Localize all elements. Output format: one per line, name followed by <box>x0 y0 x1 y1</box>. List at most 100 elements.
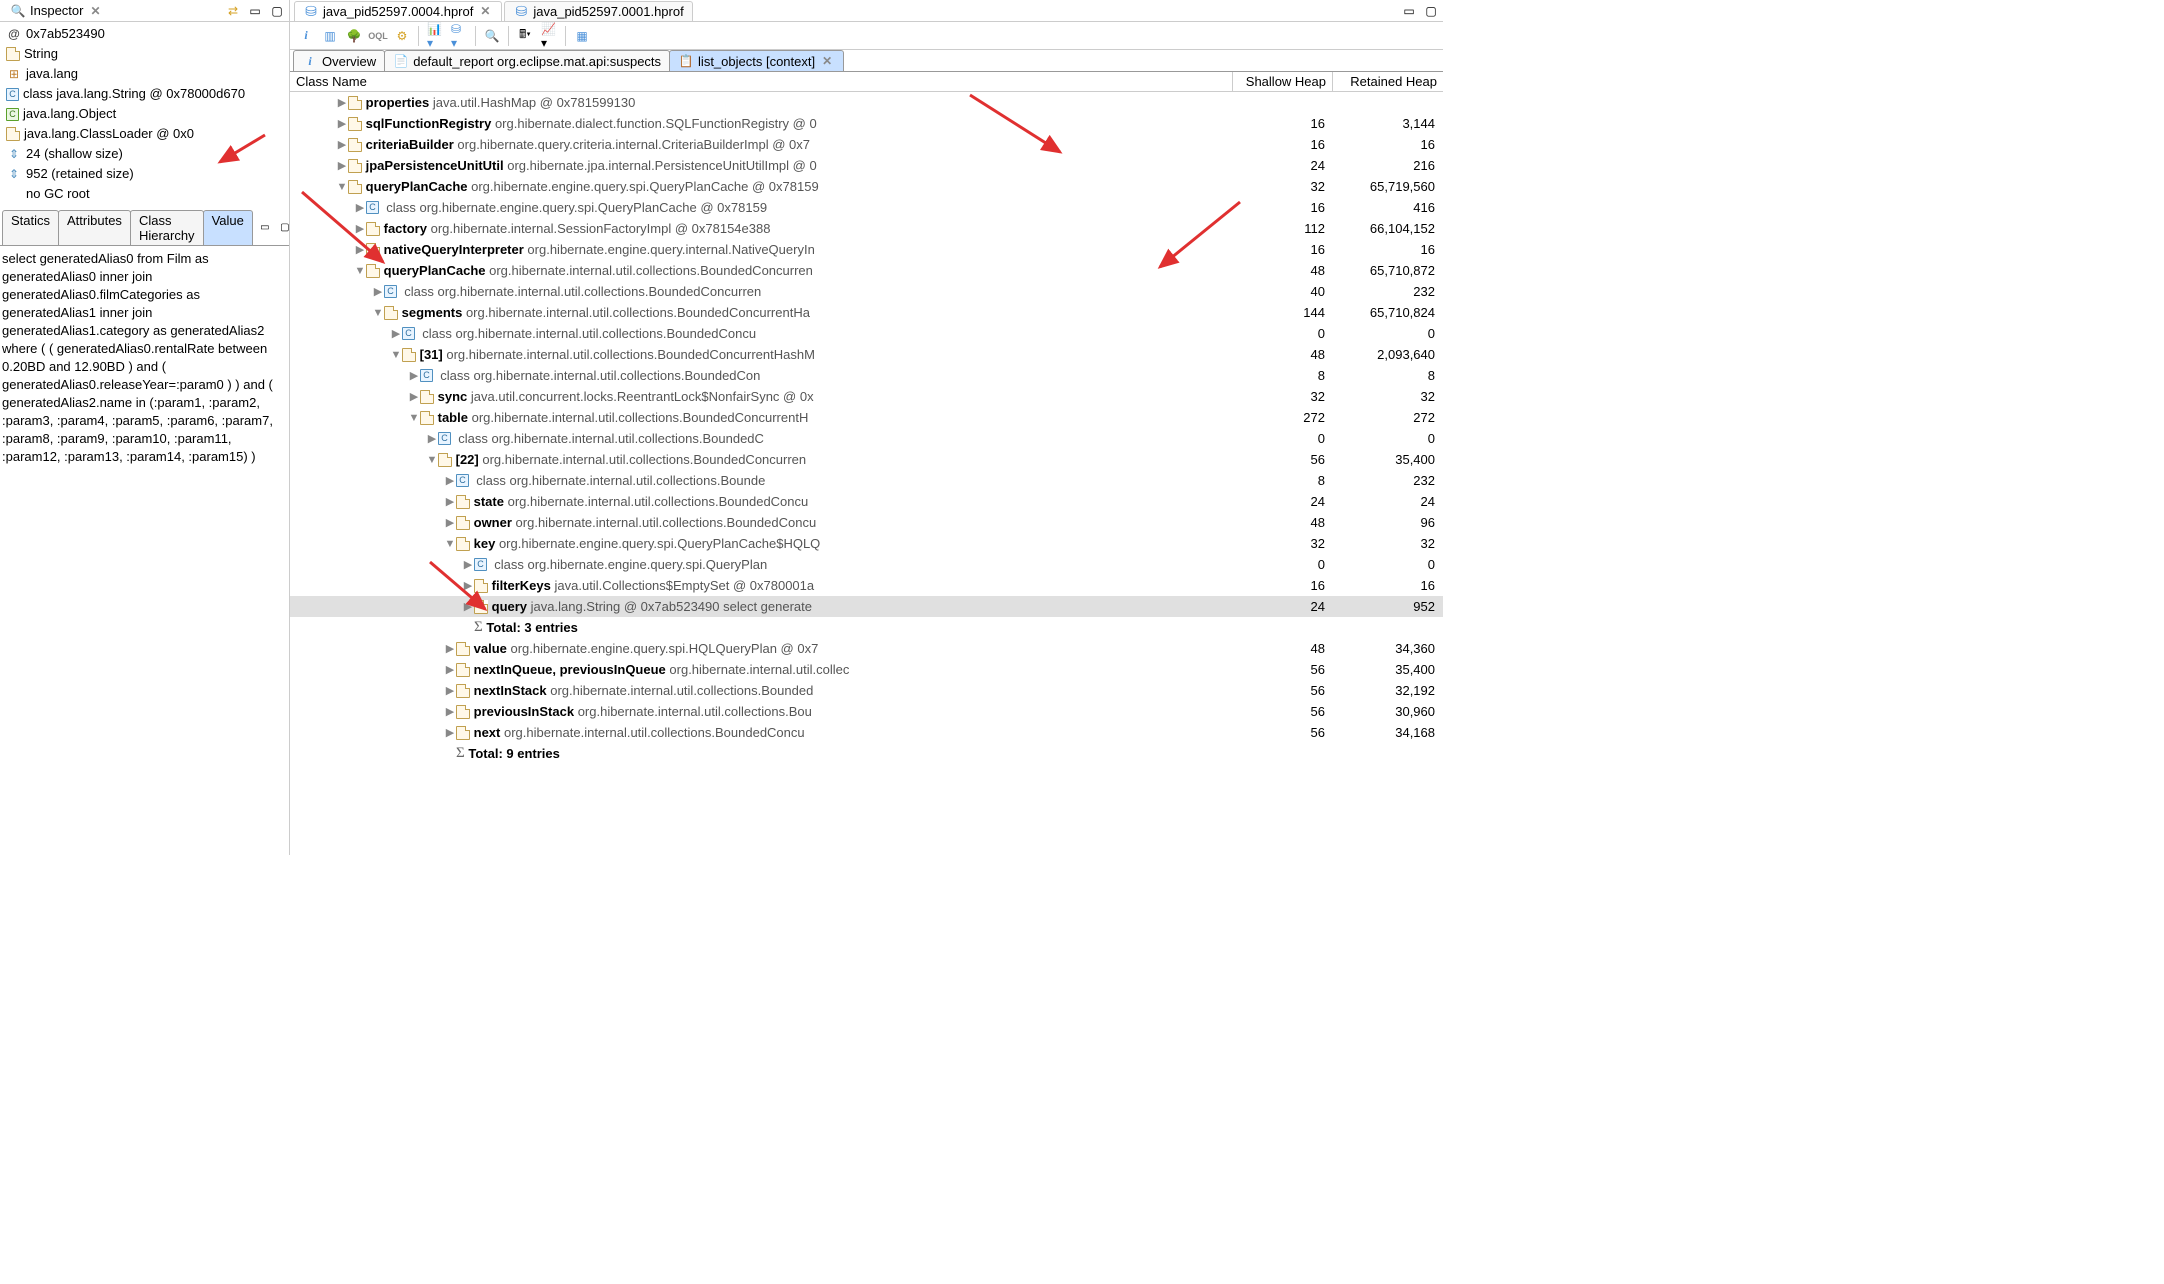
col-shallow-heap[interactable]: Shallow Heap <box>1233 72 1333 91</box>
expand-arrow-icon[interactable]: ▶ <box>336 96 348 109</box>
minimize-icon[interactable]: ▭ <box>257 220 273 236</box>
editor-tab-0[interactable]: ⛁ java_pid52597.0004.hprof ✕ <box>294 1 502 21</box>
expand-arrow-icon[interactable]: ▶ <box>462 600 474 613</box>
table-row[interactable]: ▶ state org.hibernate.internal.util.coll… <box>290 491 1443 512</box>
table-row[interactable]: ▶ nextInStack org.hibernate.internal.uti… <box>290 680 1443 701</box>
maximize-icon[interactable]: ▢ <box>269 3 285 19</box>
db-dropdown-icon[interactable]: ⛁▾ <box>451 28 467 44</box>
expand-arrow-icon[interactable]: ▶ <box>444 495 456 508</box>
expand-arrow-icon[interactable]: ▼ <box>444 538 456 550</box>
minimize-icon[interactable]: ▭ <box>1401 3 1417 19</box>
swap-icon[interactable]: ⇄ <box>225 3 241 19</box>
field-type: org.hibernate.internal.util.collections.… <box>550 683 813 698</box>
export-icon[interactable]: 📈▾ <box>541 28 557 44</box>
table-row[interactable]: ▶ nextInQueue, previousInQueue org.hiber… <box>290 659 1443 680</box>
expand-arrow-icon[interactable]: ▶ <box>444 684 456 697</box>
tab-value[interactable]: Value <box>203 210 253 245</box>
histogram-icon[interactable]: ▥ <box>322 28 338 44</box>
expand-arrow-icon[interactable]: ▼ <box>354 265 366 277</box>
editor-tab-1[interactable]: ⛁ java_pid52597.0001.hprof <box>504 1 692 21</box>
filters-icon[interactable]: ▦ <box>574 28 590 44</box>
chart-icon[interactable]: 📊▾ <box>427 28 443 44</box>
expand-arrow-icon[interactable]: ▶ <box>444 516 456 529</box>
expand-arrow-icon[interactable]: ▶ <box>444 663 456 676</box>
subtab-list-objects[interactable]: 📋 list_objects [context] ✕ <box>669 50 844 71</box>
expand-arrow-icon[interactable]: ▶ <box>444 642 456 655</box>
expand-arrow-icon[interactable]: ▶ <box>336 159 348 172</box>
close-icon[interactable]: ✕ <box>87 3 103 19</box>
tree-icon[interactable]: 🌳 <box>346 28 362 44</box>
inspector-row: ⊞java.lang <box>4 64 285 84</box>
expand-arrow-icon[interactable]: ▶ <box>336 138 348 151</box>
table-row[interactable]: Σ Total: 9 entries <box>290 743 1443 764</box>
table-row[interactable]: ▶ next org.hibernate.internal.util.colle… <box>290 722 1443 743</box>
oql-icon[interactable]: OQL <box>370 28 386 44</box>
table-row[interactable]: ▼ table org.hibernate.internal.util.coll… <box>290 407 1443 428</box>
table-row[interactable]: ▶ owner org.hibernate.internal.util.coll… <box>290 512 1443 533</box>
expand-arrow-icon[interactable]: ▶ <box>336 117 348 130</box>
expand-arrow-icon[interactable]: ▶ <box>354 201 366 214</box>
expand-arrow-icon[interactable]: ▼ <box>426 454 438 466</box>
col-retained-heap[interactable]: Retained Heap <box>1333 72 1443 91</box>
expand-arrow-icon[interactable]: ▶ <box>444 726 456 739</box>
table-row[interactable]: ▶ sqlFunctionRegistry org.hibernate.dial… <box>290 113 1443 134</box>
table-row[interactable]: ▶ previousInStack org.hibernate.internal… <box>290 701 1443 722</box>
table-row[interactable]: ▶C class org.hibernate.internal.util.col… <box>290 470 1443 491</box>
expand-arrow-icon[interactable]: ▶ <box>462 558 474 571</box>
expand-arrow-icon[interactable]: ▶ <box>444 474 456 487</box>
expand-arrow-icon[interactable]: ▶ <box>444 705 456 718</box>
tab-attributes[interactable]: Attributes <box>58 210 131 245</box>
table-row[interactable]: ▶ query java.lang.String @ 0x7ab523490 s… <box>290 596 1443 617</box>
table-row[interactable]: ▶C class org.hibernate.engine.query.spi.… <box>290 197 1443 218</box>
expand-arrow-icon[interactable]: ▼ <box>336 181 348 193</box>
expand-arrow-icon[interactable]: ▶ <box>408 369 420 382</box>
table-row[interactable]: ▶ jpaPersistenceUnitUtil org.hibernate.j… <box>290 155 1443 176</box>
maximize-icon[interactable]: ▢ <box>1423 3 1439 19</box>
table-row[interactable]: ▶ factory org.hibernate.internal.Session… <box>290 218 1443 239</box>
table-row[interactable]: ▶C class org.hibernate.internal.util.col… <box>290 365 1443 386</box>
table-row[interactable]: ▶C class org.hibernate.engine.query.spi.… <box>290 554 1443 575</box>
table-row[interactable]: ▼ queryPlanCache org.hibernate.internal.… <box>290 260 1443 281</box>
expand-arrow-icon[interactable]: ▶ <box>354 243 366 256</box>
table-row[interactable]: ▼ key org.hibernate.engine.query.spi.Que… <box>290 533 1443 554</box>
expand-arrow-icon[interactable]: ▶ <box>354 222 366 235</box>
subtab-default-report[interactable]: 📄 default_report org.eclipse.mat.api:sus… <box>384 50 670 71</box>
col-class-name[interactable]: Class Name <box>290 72 1233 91</box>
close-icon[interactable]: ✕ <box>477 3 493 19</box>
gear-icon[interactable]: ⚙ <box>394 28 410 44</box>
tab-class-hierarchy[interactable]: Class Hierarchy <box>130 210 204 245</box>
table-row[interactable]: ▶ value org.hibernate.engine.query.spi.H… <box>290 638 1443 659</box>
table-row[interactable]: ▼ queryPlanCache org.hibernate.engine.qu… <box>290 176 1443 197</box>
tab-statics[interactable]: Statics <box>2 210 59 245</box>
table-row[interactable]: Σ Total: 3 entries <box>290 617 1443 638</box>
table-row[interactable]: ▶ properties java.util.HashMap @ 0x78159… <box>290 92 1443 113</box>
inspector-row: Cclass java.lang.String @ 0x78000d670 <box>4 84 285 104</box>
info-icon[interactable]: i <box>298 28 314 44</box>
table-row[interactable]: ▶C class org.hibernate.internal.util.col… <box>290 281 1443 302</box>
table-row[interactable]: ▶ filterKeys java.util.Collections$Empty… <box>290 575 1443 596</box>
expand-arrow-icon[interactable]: ▶ <box>426 432 438 445</box>
object-tree[interactable]: ▶ properties java.util.HashMap @ 0x78159… <box>290 92 1443 855</box>
minimize-icon[interactable]: ▭ <box>247 3 263 19</box>
table-row[interactable]: ▶C class org.hibernate.internal.util.col… <box>290 428 1443 449</box>
calc-icon[interactable]: 🖩▾ <box>517 28 533 44</box>
file-icon <box>366 243 380 257</box>
subtab-overview[interactable]: i Overview <box>293 50 385 71</box>
expand-arrow-icon[interactable]: ▼ <box>408 412 420 424</box>
table-row[interactable]: ▼ [22] org.hibernate.internal.util.colle… <box>290 449 1443 470</box>
expand-arrow-icon[interactable]: ▼ <box>372 307 384 319</box>
expand-arrow-icon[interactable]: ▼ <box>390 349 402 361</box>
size-icon: ⇕ <box>6 146 22 162</box>
expand-arrow-icon[interactable]: ▶ <box>372 285 384 298</box>
table-row[interactable]: ▼ [31] org.hibernate.internal.util.colle… <box>290 344 1443 365</box>
table-row[interactable]: ▶ criteriaBuilder org.hibernate.query.cr… <box>290 134 1443 155</box>
expand-arrow-icon[interactable]: ▶ <box>462 579 474 592</box>
table-row[interactable]: ▶ nativeQueryInterpreter org.hibernate.e… <box>290 239 1443 260</box>
expand-arrow-icon[interactable]: ▶ <box>390 327 402 340</box>
table-row[interactable]: ▼ segments org.hibernate.internal.util.c… <box>290 302 1443 323</box>
close-icon[interactable]: ✕ <box>819 53 835 69</box>
table-row[interactable]: ▶ sync java.util.concurrent.locks.Reentr… <box>290 386 1443 407</box>
table-row[interactable]: ▶C class org.hibernate.internal.util.col… <box>290 323 1443 344</box>
search-icon[interactable]: 🔍 <box>484 28 500 44</box>
expand-arrow-icon[interactable]: ▶ <box>408 390 420 403</box>
